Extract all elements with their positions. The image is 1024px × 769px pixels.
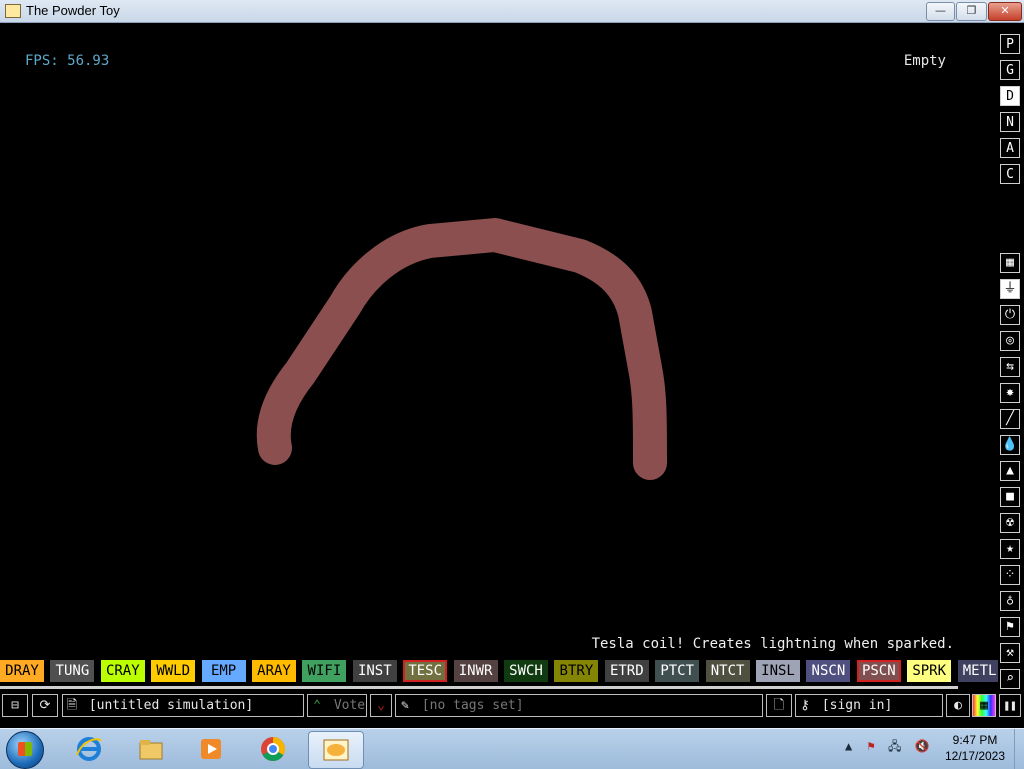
internet-explorer-icon — [76, 737, 102, 761]
action-center-icon[interactable]: ⚑ — [867, 739, 874, 753]
drawn-path — [256, 218, 667, 480]
walls-icon[interactable]: ▦ — [1000, 253, 1020, 273]
maximize-button[interactable]: ❐ — [956, 2, 987, 21]
element-bar: DRAY TUNG CRAY WWLD EMP ARAY WIFI INST TESC INWR S… — [0, 658, 998, 684]
element-button-wifi[interactable]: WIFI — [302, 660, 347, 682]
new-simulation-button[interactable]: 🗋 — [766, 694, 792, 717]
save-name-button[interactable]: 🗎 [untitled simulation] — [62, 694, 304, 717]
volume-icon[interactable]: 🔇 — [915, 739, 930, 753]
taskbar-media-player[interactable] — [184, 731, 238, 767]
network-icon[interactable]: 🖧 — [888, 739, 901, 753]
element-button-swch[interactable]: SWCH — [504, 660, 548, 682]
element-button-cray[interactable]: CRAY — [100, 660, 145, 682]
windows-logo-icon — [18, 742, 32, 756]
render-mode-button-d[interactable]: D — [1000, 86, 1020, 106]
element-button-wwld[interactable]: WWLD — [151, 660, 196, 682]
taskbar-chrome[interactable] — [246, 731, 300, 767]
element-button-ptct[interactable]: PTCT — [655, 660, 700, 682]
windows-taskbar: ▲ ⚑ 🖧 🔇 9:47 PM 12/17/2023 — [0, 728, 1024, 769]
clock-date: 12/17/2023 — [944, 749, 1006, 763]
gases-icon[interactable]: ╱ — [1000, 409, 1020, 429]
render-options-button[interactable]: ▦ — [972, 694, 996, 717]
save-name-label: [untitled simulation] — [88, 698, 254, 713]
element-button-inst[interactable]: INST — [352, 660, 397, 682]
vote-label: Vote — [333, 698, 366, 713]
show-desktop-button[interactable] — [1014, 729, 1024, 769]
force-icon[interactable]: ⇆ — [1000, 357, 1020, 377]
element-tooltip: Tesla coil! Creates lightning when spark… — [591, 636, 954, 652]
render-mode-button-p[interactable]: P — [1000, 34, 1020, 54]
save-icon: 🗎 — [66, 698, 78, 713]
radioactive-icon[interactable]: ☢ — [1000, 513, 1020, 533]
reload-button[interactable]: ⟳ — [32, 694, 58, 717]
render-mode-button-a[interactable]: A — [1000, 138, 1020, 158]
fps-counter: FPS: 56.93 — [25, 53, 110, 69]
system-tray[interactable]: ▲ ⚑ 🖧 🔇 — [845, 737, 935, 761]
element-button-insl[interactable]: INSL — [756, 660, 800, 682]
window-title: The Powder Toy — [26, 3, 120, 18]
hover-element-info: Empty — [903, 53, 946, 69]
element-button-emp[interactable]: EMP — [201, 660, 246, 682]
render-mode-button-n[interactable]: N — [1000, 112, 1020, 132]
open-save-button[interactable]: ⊟ — [2, 694, 28, 717]
minimize-button[interactable]: — — [926, 2, 955, 21]
close-button[interactable]: ✕ — [988, 2, 1022, 21]
element-button-inwr[interactable]: INWR — [453, 660, 498, 682]
settings-button[interactable]: ◐ — [946, 694, 970, 717]
show-hidden-icons-icon[interactable]: ▲ — [845, 739, 852, 753]
folder-icon — [139, 740, 163, 760]
tools-icon[interactable]: ♁ — [1000, 591, 1020, 611]
chrome-icon — [261, 737, 286, 762]
powder-toy-icon — [323, 739, 349, 761]
life-icon[interactable]: ⁘ — [1000, 565, 1020, 585]
bottom-toolbar: ⊟ ⟳ 🗎 [untitled simulation] ⌃ Vote ⌄ ✎ [… — [0, 694, 1024, 718]
explosives-icon[interactable]: ✸ — [1000, 383, 1020, 403]
element-button-etrd[interactable]: ETRD — [604, 660, 649, 682]
clock-time: 9:47 PM — [952, 733, 998, 747]
element-button-nscn[interactable]: NSCN — [806, 660, 851, 682]
tags-label: [no tags set] — [421, 698, 524, 713]
taskbar-internet-explorer[interactable] — [62, 731, 116, 767]
element-button-metl[interactable]: METL — [957, 660, 998, 682]
taskbar-powder-toy[interactable] — [308, 731, 364, 769]
vote-up-icon: ⌃ — [313, 698, 321, 713]
special-icon[interactable]: ★ — [1000, 539, 1020, 559]
decoration-icon[interactable]: ⚒ — [1000, 643, 1020, 663]
render-mode-button-c[interactable]: C — [1000, 164, 1020, 184]
start-button[interactable] — [6, 731, 44, 769]
pause-button[interactable]: ❚❚ — [999, 694, 1021, 717]
simulation-canvas[interactable]: FPS: 56.93 Empty Tesla coil! Creates lig… — [0, 23, 998, 688]
tags-button[interactable]: ✎ [no tags set] — [395, 694, 763, 717]
taskbar-file-explorer[interactable] — [124, 731, 178, 767]
powered-icon[interactable]: ⏻ — [1000, 305, 1020, 325]
vote-down-button[interactable]: ⌄ — [370, 694, 392, 717]
render-mode-button-g[interactable]: G — [1000, 60, 1020, 80]
tags-icon: ✎ — [401, 698, 409, 713]
sign-in-label: [sign in] — [821, 698, 893, 713]
element-button-tung[interactable]: TUNG — [50, 660, 95, 682]
search-icon[interactable]: ⌕ — [1000, 669, 1020, 689]
element-button-btry[interactable]: BTRY — [554, 660, 599, 682]
element-button-aray[interactable]: ARAY — [252, 660, 296, 682]
solids-icon[interactable]: ■ — [1000, 487, 1020, 507]
element-scrollbar[interactable] — [0, 686, 958, 689]
element-button-sprk[interactable]: SPRK — [907, 660, 952, 682]
liquids-icon[interactable]: 💧 — [1000, 435, 1020, 455]
favorites-icon[interactable]: ⚑ — [1000, 617, 1020, 637]
electronics-icon[interactable]: ⏚ — [1000, 279, 1020, 299]
element-button-tesc[interactable]: TESC — [403, 660, 448, 682]
element-button-pscn[interactable]: PSCN — [856, 660, 901, 682]
taskbar-clock[interactable]: 9:47 PM 12/17/2023 — [940, 732, 1010, 764]
window-titlebar: The Powder Toy — ❐ ✕ — [0, 0, 1024, 23]
powders-icon[interactable]: ▲ — [1000, 461, 1020, 481]
media-player-icon — [201, 739, 221, 759]
element-button-ntct[interactable]: NTCT — [705, 660, 750, 682]
vote-up-button[interactable]: ⌃ Vote — [307, 694, 367, 717]
app-icon — [5, 4, 21, 18]
sensors-icon[interactable]: ◎ — [1000, 331, 1020, 351]
element-button-dray[interactable]: DRAY — [0, 660, 44, 682]
key-icon: ⚷ — [800, 698, 810, 713]
sign-in-button[interactable]: ⚷ [sign in] — [795, 694, 943, 717]
